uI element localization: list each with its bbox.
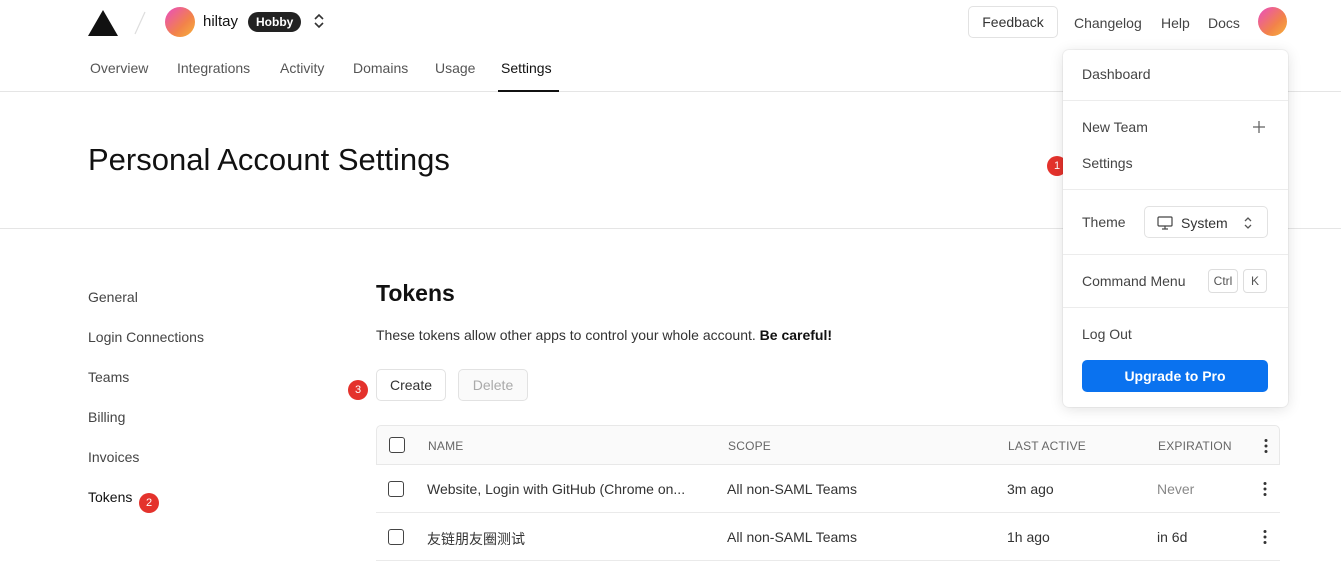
delete-button[interactable]: Delete bbox=[458, 369, 528, 401]
kebab-menu-icon[interactable] bbox=[1261, 438, 1271, 454]
menu-item-new-team[interactable]: New Team bbox=[1082, 119, 1148, 135]
kebab-menu-icon[interactable] bbox=[1260, 481, 1270, 497]
select-all-checkbox[interactable] bbox=[389, 437, 405, 453]
table-header: NAME SCOPE LAST ACTIVE EXPIRATION bbox=[376, 425, 1280, 465]
theme-label: Theme bbox=[1082, 214, 1126, 230]
tokens-warning: Be careful! bbox=[759, 327, 833, 343]
tab-activity[interactable]: Activity bbox=[280, 60, 324, 76]
row-checkbox[interactable] bbox=[388, 529, 404, 545]
step-marker-3: 3 bbox=[348, 380, 368, 400]
monitor-icon bbox=[1157, 216, 1173, 230]
page-title: Personal Account Settings bbox=[88, 142, 450, 177]
top-bar: hiltay Hobby Feedback Changelog Help Doc… bbox=[0, 0, 1341, 46]
feedback-button[interactable]: Feedback bbox=[968, 6, 1058, 38]
slash-divider-icon bbox=[134, 11, 146, 35]
menu-divider bbox=[1063, 100, 1288, 101]
row-checkbox[interactable] bbox=[388, 481, 404, 497]
step-marker-2: 2 bbox=[139, 493, 159, 513]
tab-integrations[interactable]: Integrations bbox=[177, 60, 250, 76]
chevron-updown-icon bbox=[1244, 217, 1252, 229]
sidebar-item-teams[interactable]: Teams bbox=[88, 369, 129, 385]
sidebar-item-billing[interactable]: Billing bbox=[88, 409, 125, 425]
token-last-active: 1h ago bbox=[1007, 529, 1050, 545]
menu-item-dashboard[interactable]: Dashboard bbox=[1082, 66, 1151, 82]
column-header-last-active[interactable]: LAST ACTIVE bbox=[1008, 439, 1086, 453]
user-avatar[interactable] bbox=[1258, 7, 1287, 36]
table-row[interactable]: Website, Login with GitHub (Chrome on...… bbox=[376, 465, 1280, 513]
menu-item-log-out[interactable]: Log Out bbox=[1082, 326, 1132, 342]
menu-item-command-menu[interactable]: Command Menu bbox=[1082, 273, 1186, 289]
column-header-scope[interactable]: SCOPE bbox=[728, 439, 771, 453]
sidebar-item-general[interactable]: General bbox=[88, 289, 138, 305]
upgrade-to-pro-button[interactable]: Upgrade to Pro bbox=[1082, 360, 1268, 392]
tab-usage[interactable]: Usage bbox=[435, 60, 475, 76]
team-name[interactable]: hiltay bbox=[203, 13, 238, 30]
changelog-link[interactable]: Changelog bbox=[1074, 15, 1142, 31]
tab-overview[interactable]: Overview bbox=[90, 60, 148, 76]
token-name: Website, Login with GitHub (Chrome on... bbox=[427, 481, 686, 497]
token-scope: All non-SAML Teams bbox=[727, 529, 857, 545]
create-button[interactable]: Create bbox=[376, 369, 446, 401]
sidebar-item-invoices[interactable]: Invoices bbox=[88, 449, 139, 465]
menu-divider bbox=[1063, 307, 1288, 308]
token-name: 友链朋友圈测试 bbox=[427, 531, 525, 547]
column-header-name[interactable]: NAME bbox=[428, 439, 463, 453]
tab-settings[interactable]: Settings bbox=[501, 60, 552, 76]
token-expiration: in 6d bbox=[1157, 529, 1188, 545]
menu-divider bbox=[1063, 189, 1288, 190]
triangle-logo-icon[interactable] bbox=[88, 10, 118, 36]
tab-domains[interactable]: Domains bbox=[353, 60, 408, 76]
tokens-description-text: These tokens allow other apps to control… bbox=[376, 327, 756, 343]
help-link[interactable]: Help bbox=[1161, 15, 1190, 31]
kbd-k: K bbox=[1243, 269, 1267, 293]
team-avatar[interactable] bbox=[165, 7, 195, 37]
sidebar-item-tokens[interactable]: Tokens bbox=[88, 489, 132, 505]
plan-badge: Hobby bbox=[248, 12, 302, 32]
plus-icon[interactable] bbox=[1252, 120, 1266, 134]
tokens-description: These tokens allow other apps to control… bbox=[376, 327, 832, 343]
theme-select-value: System bbox=[1181, 215, 1228, 231]
docs-link[interactable]: Docs bbox=[1208, 15, 1240, 31]
token-expiration: Never bbox=[1157, 481, 1195, 497]
menu-divider bbox=[1063, 254, 1288, 255]
table-row[interactable]: 友链朋友圈测试 All non-SAML Teams 1h ago in 6d bbox=[376, 513, 1280, 561]
kebab-menu-icon[interactable] bbox=[1260, 529, 1270, 545]
token-scope: All non-SAML Teams bbox=[727, 481, 857, 497]
sidebar-item-login-connections[interactable]: Login Connections bbox=[88, 329, 204, 345]
theme-select[interactable]: System bbox=[1144, 206, 1268, 238]
column-header-expiration[interactable]: EXPIRATION bbox=[1158, 439, 1232, 453]
token-last-active: 3m ago bbox=[1007, 481, 1054, 497]
account-dropdown-menu: Dashboard New Team Settings Theme System… bbox=[1063, 50, 1288, 407]
kbd-ctrl: Ctrl bbox=[1208, 269, 1238, 293]
menu-item-settings[interactable]: Settings bbox=[1082, 155, 1133, 171]
chevron-updown-icon[interactable] bbox=[313, 12, 325, 30]
tokens-title: Tokens bbox=[376, 280, 455, 306]
